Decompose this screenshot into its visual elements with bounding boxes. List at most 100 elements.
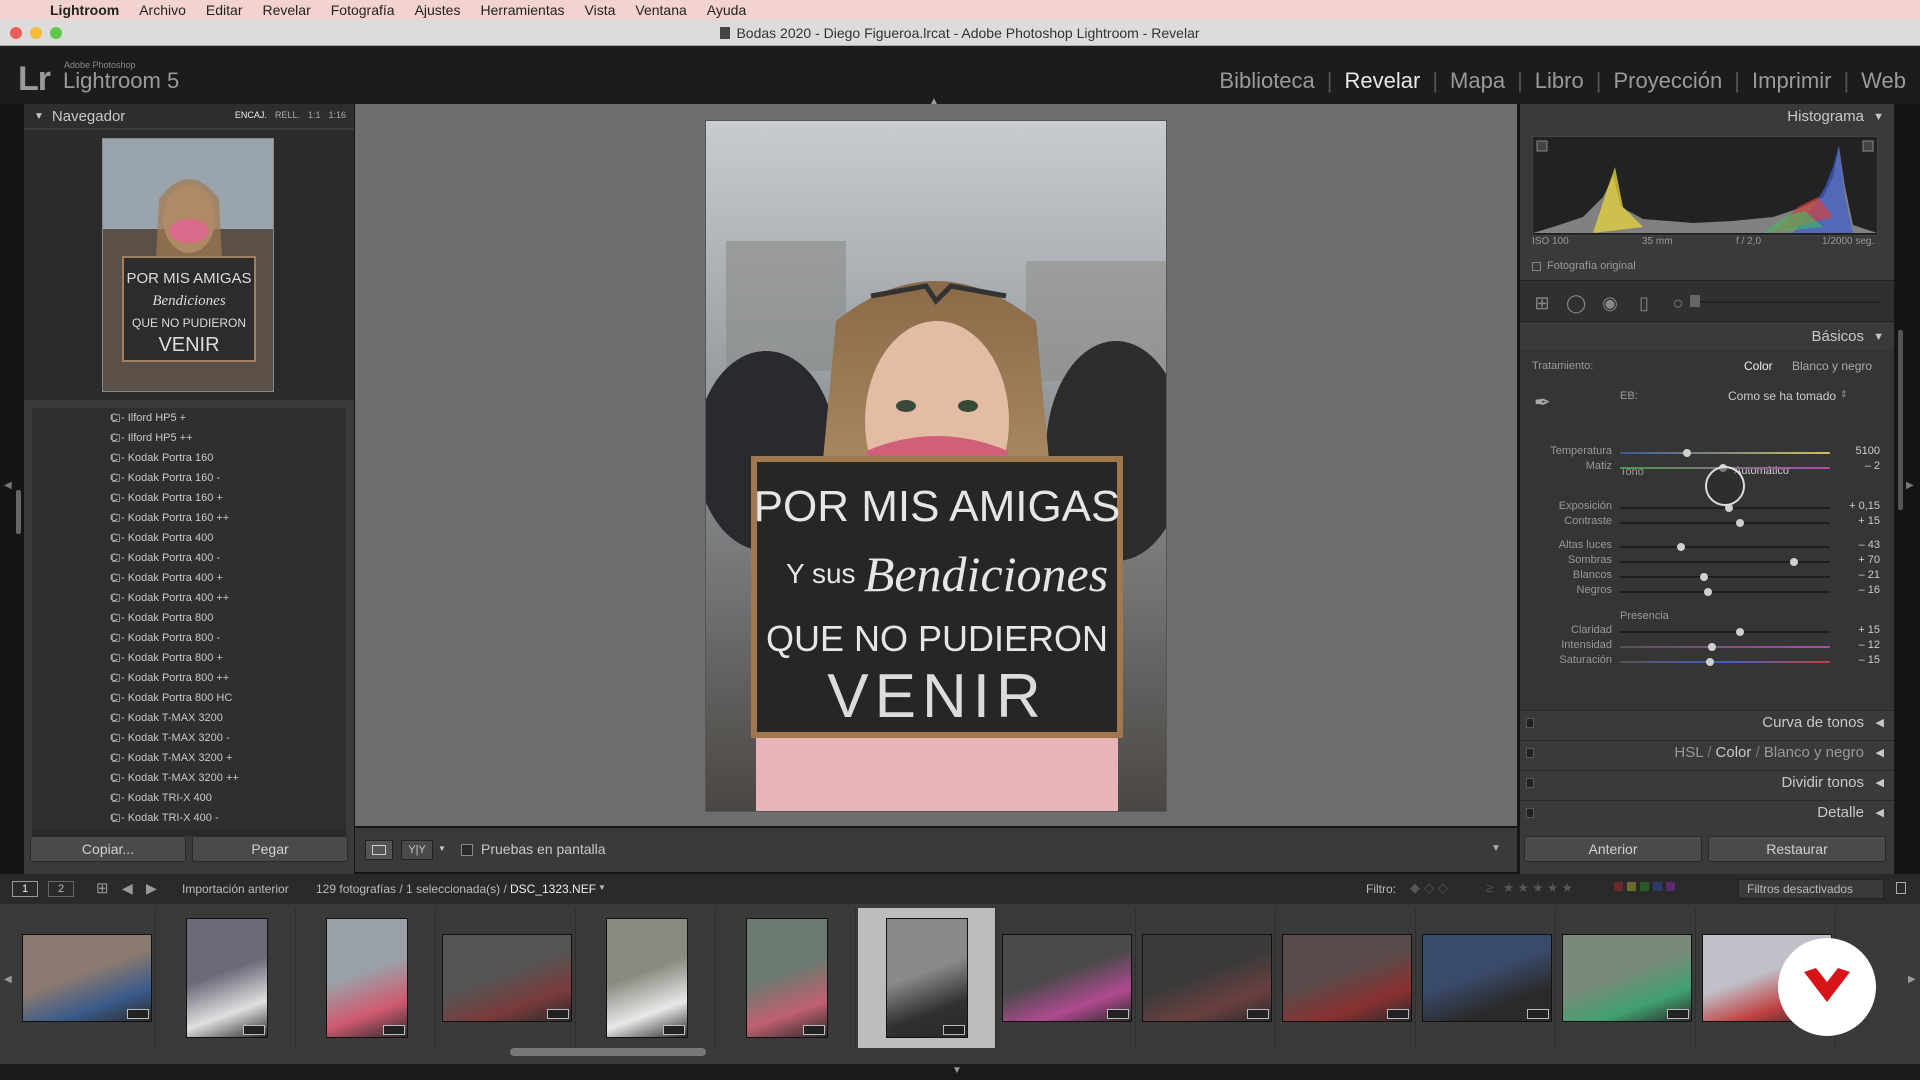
menu-ajustes[interactable]: Ajustes	[415, 2, 461, 18]
filmstrip-thumbnail[interactable]	[1142, 934, 1272, 1022]
slider-value[interactable]: – 21	[1820, 569, 1880, 581]
yellow-label-filter[interactable]	[1627, 882, 1636, 891]
basics-collapse-icon[interactable]: ▼	[1873, 324, 1884, 350]
filmstrip-cell[interactable]	[298, 908, 436, 1048]
preset-item[interactable]: C - Kodak TRI-X 400	[32, 788, 346, 808]
left-panel-toggle-icon[interactable]: ◀	[4, 480, 12, 491]
filmstrip-thumbnail[interactable]	[22, 934, 152, 1022]
preset-item[interactable]: C - Kodak Portra 400	[32, 528, 346, 548]
proofing-checkbox[interactable]	[461, 844, 473, 856]
filmstrip-left-arrow[interactable]: ◀	[4, 974, 12, 985]
preset-item[interactable]: C - Kodak Portra 800 -	[32, 628, 346, 648]
preset-item[interactable]: C - Kodak TRI-X 400 -	[32, 808, 346, 828]
close-window-button[interactable]	[10, 27, 22, 39]
menu-editar[interactable]: Editar	[206, 2, 243, 18]
split-toning-header[interactable]: Dividir tonos ◀	[1520, 770, 1894, 794]
filmstrip-cell[interactable]	[578, 908, 716, 1048]
filmstrip-thumbnail[interactable]	[1282, 934, 1412, 1022]
filmstrip-cell[interactable]	[1418, 908, 1556, 1048]
preset-item[interactable]: C - Kodak Portra 800 HC	[32, 688, 346, 708]
main-photo[interactable]: POR MIS AMIGAS Y sus Bendiciones QUE NO …	[705, 120, 1167, 812]
detail-expand-icon[interactable]: ◀	[1876, 801, 1884, 825]
preset-item[interactable]: C - Kodak Portra 160 -	[32, 468, 346, 488]
radial-filter-icon[interactable]: ○	[1668, 293, 1688, 313]
filmstrip-cell[interactable]	[1138, 908, 1276, 1048]
slider-track[interactable]	[1620, 573, 1830, 581]
navigator-header[interactable]: ▼ Navegador ENCAJ. RELL. 1:1 1:16	[24, 104, 354, 128]
preset-item[interactable]: C - Kodak T-MAX 3200 ++	[32, 768, 346, 788]
paste-button[interactable]: Pegar	[192, 836, 348, 862]
top-panel-toggle-icon[interactable]: ▲	[929, 96, 939, 107]
histogram-graph[interactable]	[1532, 136, 1878, 236]
blue-label-filter[interactable]	[1653, 882, 1662, 891]
previous-button[interactable]: Anterior	[1524, 836, 1702, 862]
filmstrip-thumbnail[interactable]	[1422, 934, 1552, 1022]
original-photo-toggle[interactable]: Fotografía original	[1532, 260, 1636, 272]
preset-item[interactable]: C - Ilford HP5 ++	[32, 428, 346, 448]
hsl-color-tab[interactable]: Color	[1716, 744, 1752, 761]
spot-removal-icon[interactable]: ◯	[1566, 293, 1586, 313]
zoom-fill[interactable]: RELL.	[275, 110, 300, 120]
bottom-panel-toggle-icon[interactable]: ▼	[952, 1065, 962, 1076]
tone-curve-expand-icon[interactable]: ◀	[1876, 711, 1884, 735]
menu-revelar[interactable]: Revelar	[262, 2, 310, 18]
filmstrip-right-arrow[interactable]: ▶	[1908, 974, 1916, 985]
right-scroll-handle[interactable]	[1898, 330, 1903, 510]
color-label-filters[interactable]	[1614, 882, 1675, 891]
toolbar-menu-icon[interactable]: ▼	[1491, 843, 1501, 854]
second-window-button[interactable]: 2	[48, 881, 74, 897]
preset-item[interactable]: C - Kodak T-MAX 3200 +	[32, 748, 346, 768]
slider-knob[interactable]	[1735, 519, 1744, 527]
preset-item[interactable]: C - Kodak Portra 800	[32, 608, 346, 628]
red-label-filter[interactable]	[1614, 882, 1623, 891]
slider-value[interactable]: – 16	[1820, 584, 1880, 596]
filmstrip-cell[interactable]	[18, 908, 156, 1048]
reset-button[interactable]: Restaurar	[1708, 836, 1886, 862]
histogram-header[interactable]: Histograma ▼	[1520, 104, 1894, 130]
filmstrip[interactable]: ◀ ▶	[0, 904, 1920, 1064]
flag-filter-icons[interactable]: ◆◇◇	[1410, 880, 1452, 896]
module-revelar[interactable]: Revelar	[1345, 68, 1421, 94]
preset-item[interactable]: C - Ilford HP5 +	[32, 408, 346, 428]
filmstrip-scrollbar[interactable]	[510, 1048, 706, 1056]
green-label-filter[interactable]	[1640, 882, 1649, 891]
filmstrip-cell[interactable]	[158, 908, 296, 1048]
menu-herramientas[interactable]: Herramientas	[480, 2, 564, 18]
filters-off-select[interactable]: Filtros desactivados	[1738, 879, 1884, 899]
wb-preset-select[interactable]: Como se ha tomado	[1728, 389, 1836, 403]
menu-app[interactable]: Lightroom	[50, 2, 119, 18]
filter-lock-icon[interactable]	[1896, 882, 1906, 894]
hsl-toggle[interactable]	[1526, 748, 1534, 758]
slider-value[interactable]: + 0,15	[1820, 500, 1880, 512]
minimize-window-button[interactable]	[30, 27, 42, 39]
navigator-collapse-icon[interactable]: ▼	[34, 111, 44, 122]
split-toning-expand-icon[interactable]: ◀	[1876, 771, 1884, 795]
filmstrip-thumbnail[interactable]	[326, 918, 408, 1038]
hsl-header[interactable]: HSL / Color / Blanco y negro ◀	[1520, 740, 1894, 764]
slider-knob[interactable]	[1676, 543, 1685, 551]
slider-value[interactable]: – 15	[1820, 654, 1880, 666]
slider-knob[interactable]	[1790, 558, 1799, 566]
brush-slider-track[interactable]	[1700, 301, 1880, 303]
slider-knob[interactable]	[1735, 628, 1744, 636]
white-balance-picker-icon[interactable]: ✒	[1534, 390, 1560, 416]
module-biblioteca[interactable]: Biblioteca	[1219, 68, 1314, 94]
slider-knob[interactable]	[1704, 588, 1713, 596]
right-panel-toggle-icon[interactable]: ▶	[1906, 480, 1914, 491]
presets-list[interactable]: C - Ilford HP5 + C - Ilford HP5 ++ C - Kod…	[32, 408, 346, 830]
filmstrip-cell[interactable]	[1558, 908, 1696, 1048]
preset-item[interactable]: C - Kodak Portra 400 +	[32, 568, 346, 588]
filmstrip-cell[interactable]	[998, 908, 1136, 1048]
filmstrip-cell[interactable]	[718, 908, 856, 1048]
tone-curve-header[interactable]: Curva de tonos ◀	[1520, 710, 1894, 734]
slider-track[interactable]	[1620, 519, 1830, 527]
slider-knob[interactable]	[1683, 449, 1692, 457]
module-mapa[interactable]: Mapa	[1450, 68, 1505, 94]
menu-archivo[interactable]: Archivo	[139, 2, 186, 18]
module-proyeccion[interactable]: Proyección	[1613, 68, 1722, 94]
graduated-filter-icon[interactable]: ▯	[1634, 293, 1654, 313]
grid-view-icon[interactable]: ⊞	[96, 879, 109, 897]
preset-item[interactable]: C - Kodak Portra 800 ++	[32, 668, 346, 688]
slider-knob[interactable]	[1706, 658, 1715, 666]
module-web[interactable]: Web	[1861, 68, 1906, 94]
